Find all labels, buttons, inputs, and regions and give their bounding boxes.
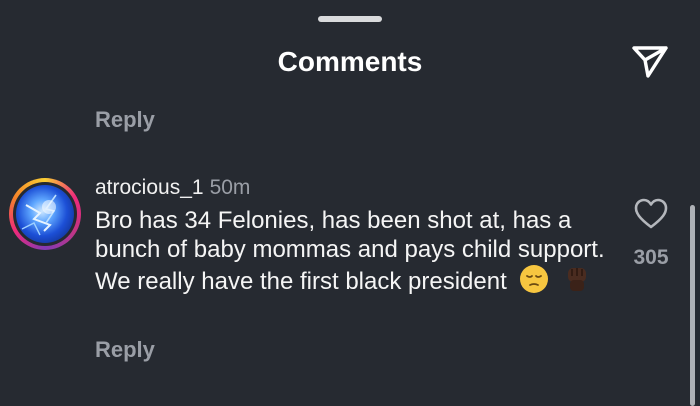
pensive-face-emoji xyxy=(519,264,549,301)
raised-fist-dark-skin-emoji xyxy=(562,264,592,301)
page-title: Comments xyxy=(277,46,423,77)
reply-button[interactable]: Reply xyxy=(95,337,155,363)
drag-handle[interactable] xyxy=(318,16,382,22)
avatar[interactable] xyxy=(9,178,81,250)
lightning-art-icon xyxy=(21,194,57,236)
comment-username[interactable]: atrocious_1 xyxy=(95,176,204,199)
heart-icon[interactable] xyxy=(634,198,668,230)
scrollbar[interactable] xyxy=(690,205,695,406)
comments-sheet: Comments Reply atrocious_1 50m Bro has 34… xyxy=(0,0,700,406)
comment-header: atrocious_1 50m xyxy=(95,176,250,200)
reply-button-previous[interactable]: Reply xyxy=(95,107,155,133)
comment-text-block: Bro has 34 Felonies, has been shot at, h… xyxy=(95,206,615,301)
avatar-image xyxy=(16,185,74,243)
send-icon[interactable] xyxy=(630,44,670,80)
avatar-ring-gap xyxy=(13,182,77,246)
like-count: 305 xyxy=(633,246,669,269)
comment-time: 50m xyxy=(209,176,251,199)
